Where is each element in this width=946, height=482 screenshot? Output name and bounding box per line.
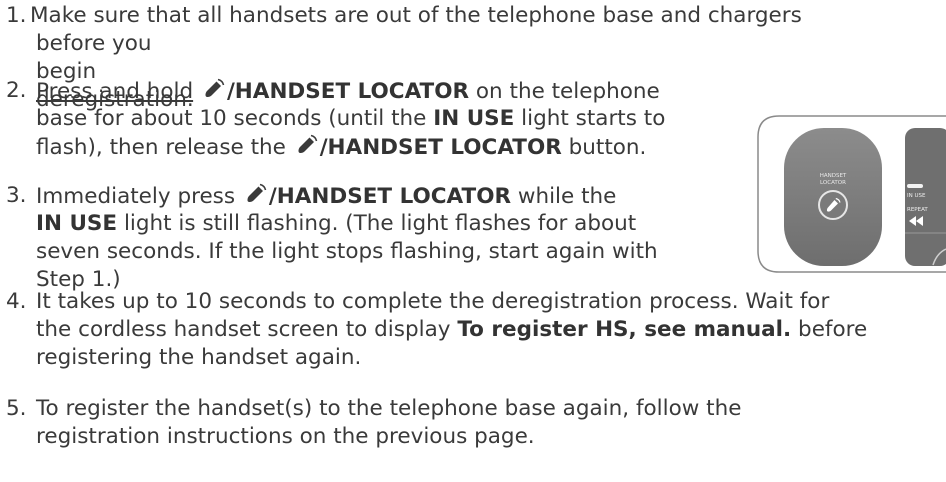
handset-locator-icon (244, 182, 268, 206)
step-text: while the (511, 184, 617, 209)
step-text: on the telephone (469, 79, 660, 104)
press-and-hold-text: Press and hold (36, 79, 194, 104)
locator-label-line2: LOCATOR (820, 180, 846, 186)
telephone-base-illustration: HANDSET LOCATOR IN USE REPEAT (757, 115, 946, 273)
repeat-label: REPEAT (907, 207, 928, 213)
step-text-line: Press and hold /HANDSET LOCATOR on the t… (36, 77, 660, 106)
step-number: 2. (6, 78, 27, 103)
step-text: light is still flashing. (The light flas… (117, 211, 637, 236)
step-text-line: base for about 10 seconds (until the IN … (36, 105, 665, 133)
step-text-line: registration instructions on the previou… (36, 424, 535, 449)
step-text-line: It takes up to 10 seconds to complete th… (36, 289, 830, 314)
manual-page: 1. Make sure that all handsets are out o… (0, 0, 946, 482)
handset-locator-key: /HANDSET LOCATOR (226, 79, 470, 104)
step-number: 5. (6, 396, 27, 421)
in-use-light (907, 184, 923, 188)
step-number: 4. (6, 289, 27, 314)
step-text-line: Make sure that all handsets are out of t… (30, 3, 802, 28)
step-text: light starts to (514, 106, 666, 131)
step-text-line: the cordless handset screen to display T… (36, 316, 867, 344)
step-text-line: registering the handset again. (36, 345, 362, 370)
locator-label-line1: HANDSET (820, 173, 847, 179)
step-text-line: seven seconds. If the light stops flashi… (36, 239, 658, 264)
screen-message: To register HS, see manual. (457, 317, 792, 342)
step-text-line: flash), then release the /HANDSET LOCATO… (36, 133, 646, 162)
step-text: button. (561, 135, 647, 160)
step-text: base for about 10 seconds (until the (36, 106, 434, 131)
step-text: Immediately press (36, 184, 242, 209)
step-text: flash), then release the (36, 135, 293, 160)
in-use-label: IN USE (36, 211, 118, 236)
step-text: the cordless handset screen to display (36, 317, 458, 342)
in-use-label: IN USE (907, 193, 926, 199)
handset-locator-icon (295, 133, 319, 157)
step-text-line: Immediately press /HANDSET LOCATOR while… (36, 182, 616, 211)
handset-locator-key: /HANDSET LOCATOR (268, 184, 512, 209)
step-text-line: IN USE light is still flashing. (The lig… (36, 210, 636, 238)
step-number: 3. (6, 183, 27, 208)
handset-locator-key: /HANDSET LOCATOR (319, 135, 562, 160)
step-text: before (791, 317, 868, 342)
in-use-label: IN USE (433, 106, 515, 131)
handset-locator-icon (202, 77, 226, 101)
step-text-line: To register the handset(s) to the teleph… (36, 396, 742, 421)
step-number: 1. (6, 3, 27, 28)
